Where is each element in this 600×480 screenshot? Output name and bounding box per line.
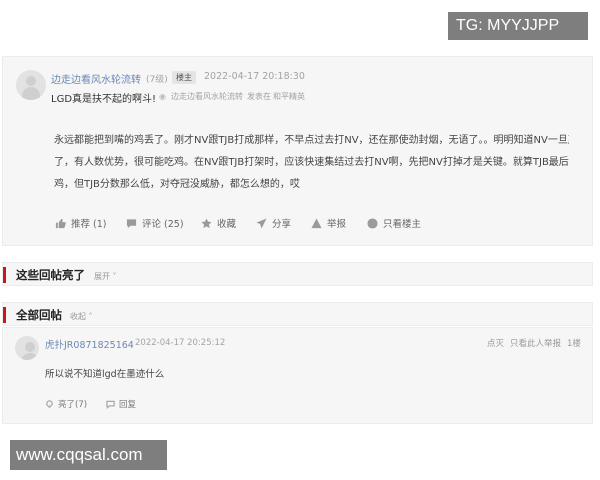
- collapse-label: 收起: [70, 312, 86, 321]
- all-replies-title: 全部回帖: [16, 308, 62, 322]
- post-timestamp: 2022-04-17 20:18:30: [204, 71, 305, 82]
- chevron-up-icon: ˄: [86, 312, 93, 321]
- recommend-button[interactable]: 推荐 (1): [55, 216, 106, 230]
- share-icon: [256, 217, 267, 229]
- section-marker: [3, 307, 6, 323]
- only-op-button[interactable]: 只看楼主: [367, 216, 421, 230]
- post-body-line: 鸡，但TJB分数那么低，对夺冠没威胁，都怎么想的，哎: [54, 179, 300, 190]
- sub-author[interactable]: 边走边看风水轮流转: [171, 91, 243, 102]
- reply-icon: [106, 400, 115, 409]
- reply-button[interactable]: 回复: [106, 398, 136, 410]
- site-watermark: www.cqqsal.com: [10, 440, 167, 470]
- dislike-link[interactable]: 点灭: [487, 337, 504, 349]
- filter-circle-icon: [367, 217, 378, 229]
- hot-replies-toggle[interactable]: 展开 ˅: [94, 271, 117, 282]
- warning-icon: [311, 217, 322, 228]
- lightbulb-icon: [46, 399, 53, 408]
- reply-timestamp: 2022-04-17 20:25:12: [135, 338, 226, 348]
- telegram-watermark: TG: MYYJJPP: [448, 12, 588, 40]
- sub-board[interactable]: 和平精英: [273, 91, 305, 102]
- expand-label: 展开: [94, 272, 110, 281]
- comment-label: 评论 (25): [142, 219, 184, 230]
- favorite-button[interactable]: 收藏: [201, 216, 236, 230]
- op-level: (7级): [146, 75, 168, 85]
- report-label: 举报: [327, 219, 347, 230]
- comment-icon: [126, 218, 137, 228]
- star-icon: [201, 217, 212, 228]
- chevron-down-icon: ˅: [110, 272, 117, 281]
- like-button[interactable]: 亮了(7): [45, 398, 87, 410]
- hot-replies-title: 这些回帖亮了: [16, 268, 85, 282]
- section-marker: [3, 267, 6, 283]
- hot-replies-header: 这些回帖亮了 展开 ˅: [2, 262, 593, 286]
- report-button[interactable]: 举报: [311, 216, 346, 230]
- reply-username[interactable]: 虎扑JR0871825164: [45, 337, 134, 351]
- post-body-line: 了，有人数优势，很可能吃鸡。在NV跟TJB打架时，应该快速集结过去打NV啊，先把…: [54, 157, 569, 168]
- like-label: 亮了(7): [58, 400, 88, 410]
- op-badge: 楼主: [172, 71, 196, 84]
- all-replies-toggle[interactable]: 收起 ˄: [70, 311, 93, 322]
- reply-report-link[interactable]: 举报: [544, 337, 561, 349]
- only-this-user-link[interactable]: 只看此人: [510, 337, 544, 349]
- recommend-label: 推荐 (1): [71, 219, 107, 230]
- floor-number: 1楼: [567, 339, 581, 349]
- share-label: 分享: [272, 219, 292, 230]
- post-title: LGD真是扶不起的啊斗!: [51, 94, 157, 105]
- op-username[interactable]: 边走边看风水轮流转: [51, 71, 141, 86]
- post-body-line: 永远都能把到嘴的鸡丢了。刚才NV跟TJB打成那样，不早点过去打NV，还在那使劲封…: [54, 135, 569, 146]
- reply-label: 回复: [119, 400, 137, 410]
- comment-button[interactable]: 评论 (25): [126, 216, 184, 230]
- reply-text: 所以说不知道lgd在墨迹什么: [45, 369, 165, 380]
- favorite-label: 收藏: [217, 219, 237, 230]
- reply-avatar[interactable]: [15, 336, 39, 360]
- op-avatar[interactable]: [16, 70, 46, 100]
- all-replies-header: 全部回帖 收起 ˄: [2, 302, 593, 326]
- board-icon: ◉: [159, 92, 166, 101]
- thumbs-up-icon: [55, 218, 66, 228]
- only-op-label: 只看楼主: [383, 219, 422, 230]
- sub-action: 发表在: [247, 92, 271, 101]
- post-body: 永远都能把到嘴的鸡丢了。刚才NV跟TJB打成那样，不早点过去打NV，还在那使劲封…: [54, 130, 569, 196]
- post-actions: 推荐 (1) 评论 (25) 收藏 分享 举报 只看楼主: [0, 216, 600, 230]
- share-button[interactable]: 分享: [256, 216, 291, 230]
